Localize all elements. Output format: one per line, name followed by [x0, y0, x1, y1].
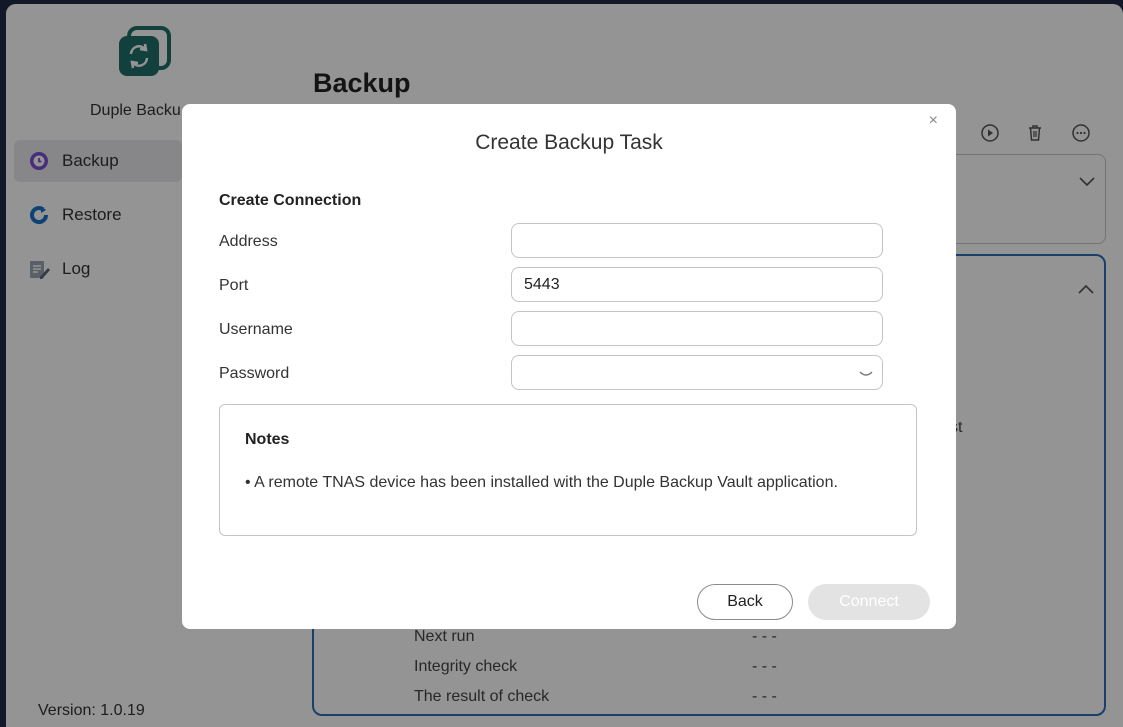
address-label: Address [219, 233, 278, 250]
create-backup-task-dialog: × Create Backup Task Create Connection A… [182, 104, 956, 629]
close-icon[interactable]: × [929, 112, 938, 130]
notes-text: • A remote TNAS device has been installe… [245, 474, 838, 491]
username-field[interactable] [511, 311, 883, 346]
notes-box: Notes • A remote TNAS device has been in… [219, 404, 917, 536]
password-label: Password [219, 365, 290, 382]
password-field[interactable] [511, 355, 883, 390]
eye-closed-icon[interactable] [858, 369, 874, 379]
dialog-title: Create Backup Task [475, 131, 663, 154]
notes-title: Notes [245, 431, 290, 448]
back-button[interactable]: Back [697, 584, 793, 620]
section-title: Create Connection [219, 192, 362, 209]
port-label: Port [219, 277, 249, 294]
address-field[interactable] [511, 223, 883, 258]
username-label: Username [219, 321, 293, 338]
connect-button[interactable]: Connect [808, 584, 930, 620]
port-field[interactable] [511, 267, 883, 302]
